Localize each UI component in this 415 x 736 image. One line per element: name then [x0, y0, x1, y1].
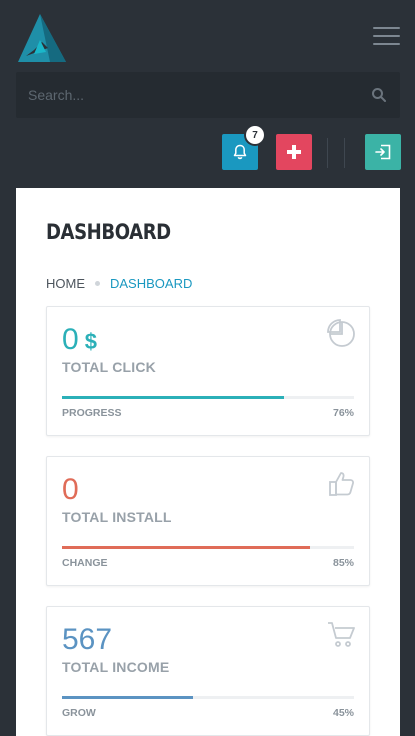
progress-track: [62, 396, 354, 399]
stat-footer-percent: 76%: [332, 407, 354, 419]
breadcrumb-home-link[interactable]: HOME: [46, 276, 85, 291]
toolbar-divider: [327, 138, 328, 168]
sign-out-icon: [375, 144, 391, 160]
toolbar-divider: [344, 138, 345, 168]
hamburger-line: [373, 35, 400, 37]
stat-number: 0: [62, 323, 79, 356]
stat-footer-percent: 45%: [332, 707, 354, 719]
add-button[interactable]: [276, 134, 312, 170]
stat-unit: $: [84, 329, 97, 354]
logo-icon[interactable]: [16, 12, 68, 64]
progress-track: [62, 546, 354, 549]
menu-toggle-button[interactable]: [373, 27, 400, 46]
bell-icon: [233, 144, 247, 160]
hamburger-line: [373, 27, 400, 29]
stat-footer-label: CHANGE: [62, 557, 108, 569]
progress-track: [62, 696, 354, 699]
stat-footer-percent: 85%: [332, 557, 354, 569]
search-icon[interactable]: [370, 86, 388, 104]
plus-icon: [287, 145, 301, 159]
stat-label: TOTAL CLICK: [62, 359, 156, 375]
page-title: DASHBOARD: [46, 220, 171, 244]
stat-number: 567: [62, 623, 113, 656]
notification-count-badge: 7: [246, 126, 264, 144]
action-toolbar: 7: [0, 126, 415, 176]
stat-value: 0: [62, 473, 79, 507]
progress-fill: [62, 696, 194, 699]
stat-label: TOTAL INCOME: [62, 659, 170, 675]
stat-card-total-income: 567 TOTAL INCOME GROW 45%: [46, 606, 370, 736]
breadcrumb-separator: [95, 281, 100, 286]
stat-card-total-install: 0 TOTAL INSTALL CHANGE 85%: [46, 456, 370, 586]
breadcrumb: HOME DASHBOARD: [46, 276, 192, 291]
search-bar: [16, 72, 400, 118]
logout-button[interactable]: [365, 134, 401, 170]
stat-footer-label: GROW: [62, 707, 96, 719]
stat-card-total-click: 0 $ TOTAL CLICK PROGRESS 76%: [46, 306, 370, 436]
stat-label: TOTAL INSTALL: [62, 509, 172, 525]
cart-icon: [328, 622, 355, 647]
stat-value: 567: [62, 623, 112, 657]
top-bar: [0, 0, 415, 70]
search-input[interactable]: [16, 72, 356, 118]
stat-number: 0: [62, 473, 79, 506]
breadcrumb-current: DASHBOARD: [110, 276, 193, 291]
stat-footer-label: PROGRESS: [62, 407, 122, 419]
stat-value: 0 $: [62, 323, 97, 359]
progress-fill: [62, 396, 284, 399]
progress-fill: [62, 546, 311, 549]
hamburger-line: [373, 43, 400, 45]
thumbs-up-icon: [329, 472, 355, 496]
dashboard-panel: DASHBOARD HOME DASHBOARD 0 $ TOTAL CLICK …: [16, 188, 400, 736]
pie-chart-icon: [327, 319, 355, 347]
